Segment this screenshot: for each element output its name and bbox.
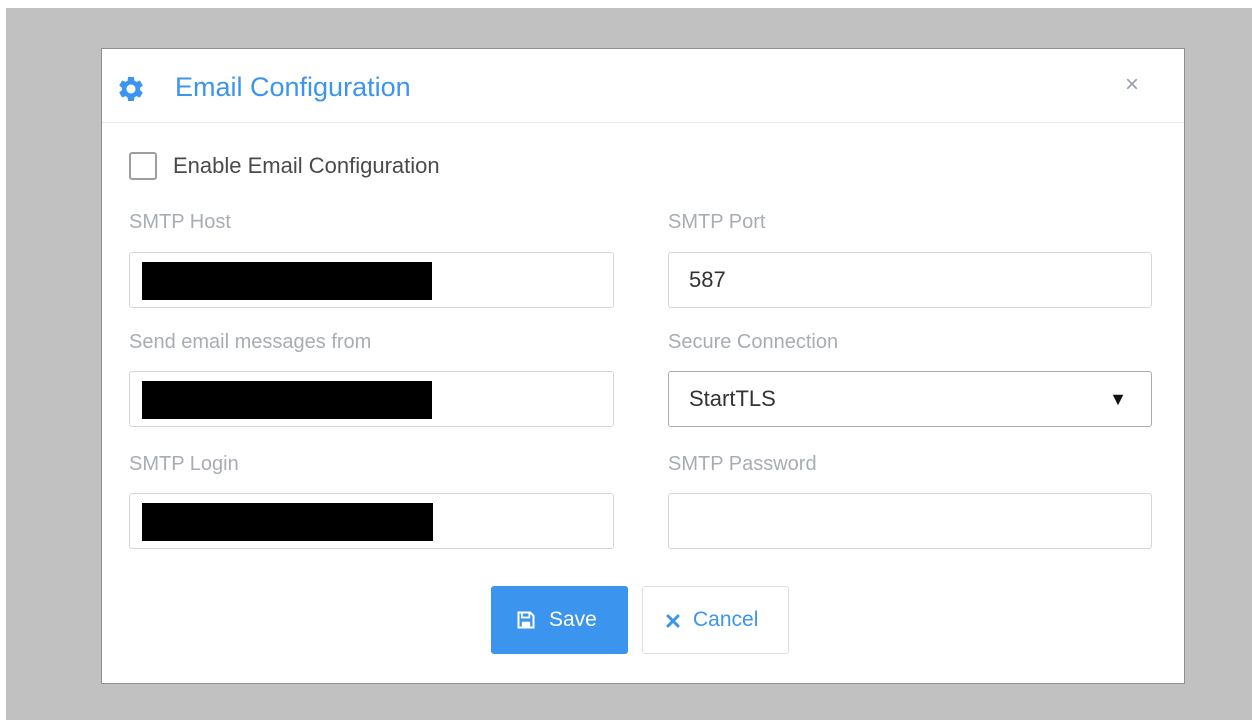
cancel-label: Cancel: [693, 608, 759, 631]
email-configuration-dialog: Email Configuration × Enable Email Confi…: [101, 48, 1185, 684]
dialog-header: Email Configuration ×: [102, 49, 1184, 123]
chevron-down-icon: ▼: [1109, 389, 1127, 409]
redacted-value: [142, 262, 432, 300]
cancel-button[interactable]: Cancel: [642, 586, 789, 654]
gear-icon: [119, 77, 143, 101]
smtp-password-label: SMTP Password: [668, 453, 817, 475]
save-icon: [517, 611, 535, 629]
smtp-login-label: SMTP Login: [129, 453, 239, 475]
dialog-title: Email Configuration: [175, 72, 411, 102]
smtp-password-input[interactable]: [668, 493, 1152, 549]
redacted-value: [142, 503, 433, 541]
send-from-label: Send email messages from: [129, 331, 372, 353]
secure-connection-label: Secure Connection: [668, 331, 839, 353]
save-button[interactable]: Save: [491, 586, 628, 654]
x-icon: [666, 614, 680, 628]
redacted-value: [142, 381, 432, 419]
save-label: Save: [549, 608, 597, 631]
enable-email-checkbox[interactable]: [129, 152, 157, 180]
smtp-host-label: SMTP Host: [129, 211, 231, 233]
secure-connection-value: StartTLS: [689, 386, 776, 411]
send-from-input[interactable]: [129, 371, 614, 427]
enable-email-label: Enable Email Configuration: [173, 153, 440, 178]
smtp-host-input[interactable]: [129, 252, 614, 308]
close-icon[interactable]: ×: [1120, 71, 1144, 99]
smtp-login-input[interactable]: [129, 493, 614, 549]
secure-connection-select[interactable]: StartTLS ▼: [668, 371, 1152, 427]
smtp-port-label: SMTP Port: [668, 211, 766, 233]
smtp-port-input[interactable]: 587: [668, 252, 1152, 308]
